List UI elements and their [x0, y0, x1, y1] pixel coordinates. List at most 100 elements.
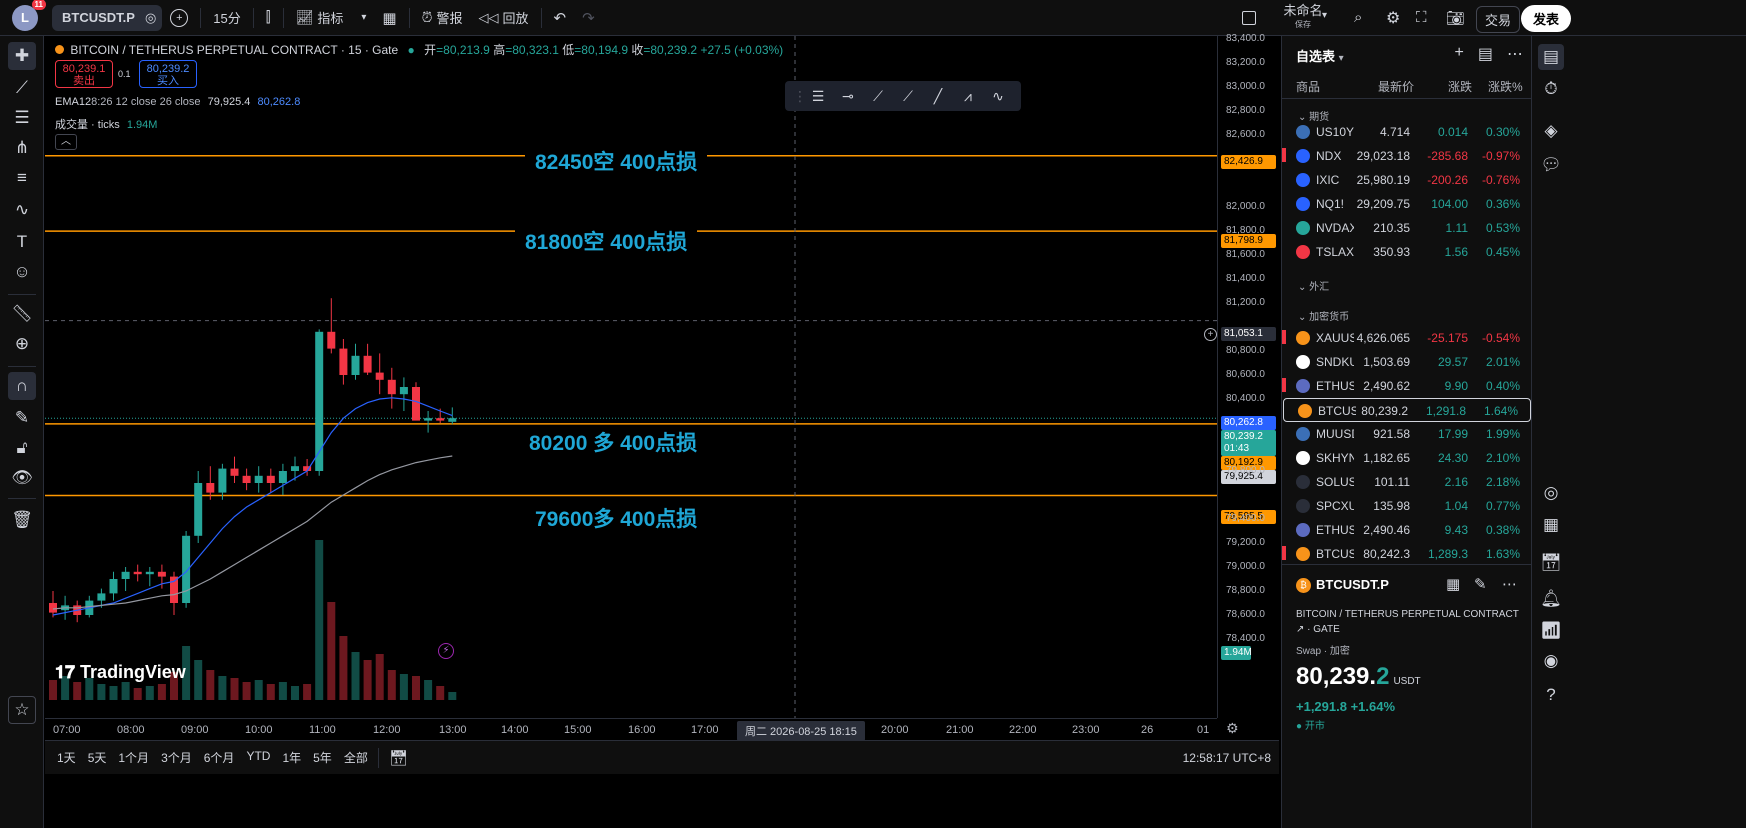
horizontal-ray-icon[interactable]: ⊸	[835, 88, 861, 105]
path-icon[interactable]: ∿	[985, 88, 1011, 105]
col-head-last[interactable]: 最新价	[1378, 78, 1414, 95]
annotation-short-81800[interactable]: 81800空 400点损	[515, 226, 698, 256]
volume-legend[interactable]: 成交量 · ticks 1.94M	[55, 116, 157, 132]
buy-button[interactable]: 80,239.2 买入	[139, 60, 197, 88]
eye-icon[interactable]: 👁︎	[8, 464, 36, 492]
eye-icon[interactable]: ◎	[145, 10, 156, 26]
range-button[interactable]: 1天	[51, 749, 82, 766]
watchlist-row[interactable]: SOLUSDT 101.11 2.16 2.18%	[1282, 470, 1532, 494]
scale-settings-icon[interactable]: ⚙	[1226, 720, 1239, 737]
lines-icon[interactable]: ☰	[805, 88, 831, 105]
col-head-change-pct[interactable]: 涨跌%	[1488, 78, 1523, 95]
watchlist-row[interactable]: SPCXUSD 135.98 1.04 0.77%	[1282, 494, 1532, 518]
interval-button[interactable]: 15分	[205, 4, 248, 32]
fullscreen-button[interactable]: ⛶	[1408, 4, 1435, 32]
range-button[interactable]: 5天	[82, 749, 113, 766]
range-button[interactable]: YTD	[240, 749, 276, 766]
watchlist-row[interactable]: IXIC 25,980.19 -200.26 -0.76%	[1282, 168, 1532, 192]
range-button[interactable]: 6个月	[198, 749, 241, 766]
price-scale[interactable]: 82,426.9 81,798.9 81,053.1 80,262.8 80,2…	[1217, 33, 1279, 718]
snapshot-button[interactable]: 📷︎	[1438, 4, 1473, 32]
watchlist-row[interactable]: NVDAXUSD 210.35 1.11 0.53%	[1282, 216, 1532, 240]
help-icon[interactable]: ?	[1538, 682, 1564, 708]
target-icon[interactable]: ◎	[1538, 480, 1564, 506]
chart-pane[interactable]: BITCOIN / TETHERUS PERPETUAL CONTRACT · …	[45, 36, 1217, 718]
watchlist-row[interactable]: SNDKUSD 1,503.69 29.57 2.01%	[1282, 350, 1532, 374]
section-crypto[interactable]: ⌄ 加密货币	[1298, 308, 1349, 323]
trend-line-icon[interactable]: ⟋	[865, 88, 891, 105]
pitchfork-icon[interactable]: ⋔	[8, 134, 36, 162]
templates-button[interactable]: ▦	[374, 4, 404, 32]
community-icon[interactable]: ◉	[1538, 648, 1564, 674]
magnet-icon[interactable]: ∩	[8, 372, 36, 400]
price-chart-canvas[interactable]	[45, 36, 1217, 718]
replay-button[interactable]: ◁◁ 回放	[471, 4, 537, 32]
quick-search-button[interactable]: ⌕	[1346, 4, 1370, 32]
pattern-icon[interactable]: ⩘	[955, 88, 981, 105]
trend-line-icon[interactable]: ⟋	[8, 74, 36, 102]
annotation-short-82450[interactable]: 82450空 400点损	[525, 146, 708, 176]
range-button[interactable]: 全部	[338, 749, 374, 766]
plus-icon[interactable]: +	[1455, 44, 1464, 64]
more-icon[interactable]: ⋯	[1507, 44, 1523, 64]
ruler-icon[interactable]: 📏︎	[8, 300, 36, 328]
alarm-clock-icon[interactable]: ⏱︎	[1538, 76, 1564, 102]
grid-icon[interactable]: ▦	[1446, 575, 1460, 593]
lightning-icon[interactable]: ⚡︎	[438, 643, 454, 659]
annotation-long-80200[interactable]: 80200 多 400点损	[519, 427, 708, 457]
watchlist-row[interactable]: TSLAXUSD 350.93 1.56 0.45%	[1282, 240, 1532, 264]
more-icon[interactable]: ⋯	[1502, 575, 1517, 593]
legend-collapse-button[interactable]: ︿	[55, 134, 77, 150]
chat-icon[interactable]: 💬︎	[1538, 152, 1564, 178]
layout-toggle-button[interactable]	[1234, 4, 1264, 32]
edit-icon[interactable]: ✎	[1474, 575, 1487, 593]
smiley-icon[interactable]: ☺	[8, 258, 36, 286]
watchlist-row[interactable]: NDX 29,023.18 -285.68 -0.97%	[1282, 144, 1532, 168]
table-icon[interactable]: ▤	[1478, 44, 1493, 64]
watchlist-row[interactable]: SKHYNIX 1,182.65 24.30 2.10%	[1282, 446, 1532, 470]
lock-icon[interactable]: 🔓︎	[8, 434, 36, 462]
range-button[interactable]: 5年	[307, 749, 338, 766]
section-forex[interactable]: ⌄ 外汇	[1298, 278, 1329, 293]
watchlist-icon[interactable]: ▤	[1538, 44, 1564, 70]
watchlist-row[interactable]: ETHUSDT 2,490.46 9.43 0.38%	[1282, 518, 1532, 542]
series-title[interactable]: BITCOIN / TETHERUS PERPETUAL CONTRACT · …	[70, 43, 398, 57]
stream-icon[interactable]: 📶︎	[1538, 618, 1564, 644]
drag-handle-icon[interactable]: ⋮	[793, 88, 807, 105]
flag-icon[interactable]	[1282, 330, 1286, 344]
text-icon[interactable]: T	[8, 228, 36, 256]
pattern-icon[interactable]: ∿	[8, 196, 36, 224]
flag-icon[interactable]	[1282, 546, 1286, 560]
watchlist-row[interactable]: US10Y 4.714 0.014 0.30%	[1282, 120, 1532, 144]
horizontal-lines-icon[interactable]: ☰	[8, 104, 36, 132]
watchlist-row[interactable]: ETHUSDT 2,490.62 9.90 0.40%	[1282, 374, 1532, 398]
ray-icon[interactable]: ⟋	[895, 88, 921, 105]
publish-button[interactable]: 发表	[1521, 5, 1572, 32]
time-scale[interactable]: 周二 2026-08-25 18:15 07:00 08:00 09:00 10:00…	[45, 718, 1217, 741]
ema-legend[interactable]: EMA128:26 12 close 26 close 79,925.4 80,…	[55, 96, 300, 108]
fib-icon[interactable]: ≡	[8, 164, 36, 192]
redo-button[interactable]: ↷	[574, 4, 603, 32]
annotation-long-79600[interactable]: 79600多 400点损	[525, 503, 708, 533]
bell-icon[interactable]: 🔔︎	[1538, 586, 1564, 612]
star-icon[interactable]: ☆	[8, 696, 36, 724]
compare-button[interactable]: +	[162, 4, 196, 32]
undo-button[interactable]: ↶	[546, 4, 575, 32]
alert-button[interactable]: ⏰︎ 警报	[414, 4, 471, 32]
extended-line-icon[interactable]: ╱	[925, 88, 951, 105]
symbol-search-button[interactable]: BTCUSDT.P ◎	[52, 4, 163, 31]
grid-icon[interactable]: ▦	[1538, 512, 1564, 538]
flag-icon[interactable]	[1282, 148, 1286, 162]
calendar-icon[interactable]: 📅︎	[1538, 550, 1564, 576]
pencil-lock-icon[interactable]: ✎	[8, 404, 36, 432]
settings-button[interactable]: ⚙	[1378, 4, 1408, 32]
crosshair-icon[interactable]: ✚	[8, 42, 36, 70]
chevron-down-icon[interactable]: ▾	[1322, 10, 1327, 21]
trash-icon[interactable]: 🗑︎	[8, 506, 36, 534]
date-range-picker-icon[interactable]: 📅︎	[389, 749, 408, 767]
watchlist-row[interactable]: NQ1! 29,209.75 104.00 0.36%	[1282, 192, 1532, 216]
watchlist-title[interactable]: 自选表 ▾	[1296, 46, 1344, 65]
chart-type-button[interactable]: ⫿	[258, 4, 279, 32]
range-button[interactable]: 1个月	[112, 749, 155, 766]
watchlist-row[interactable]: BTCUSDT 80,239.2 1,291.8 1.64%	[1283, 398, 1531, 422]
